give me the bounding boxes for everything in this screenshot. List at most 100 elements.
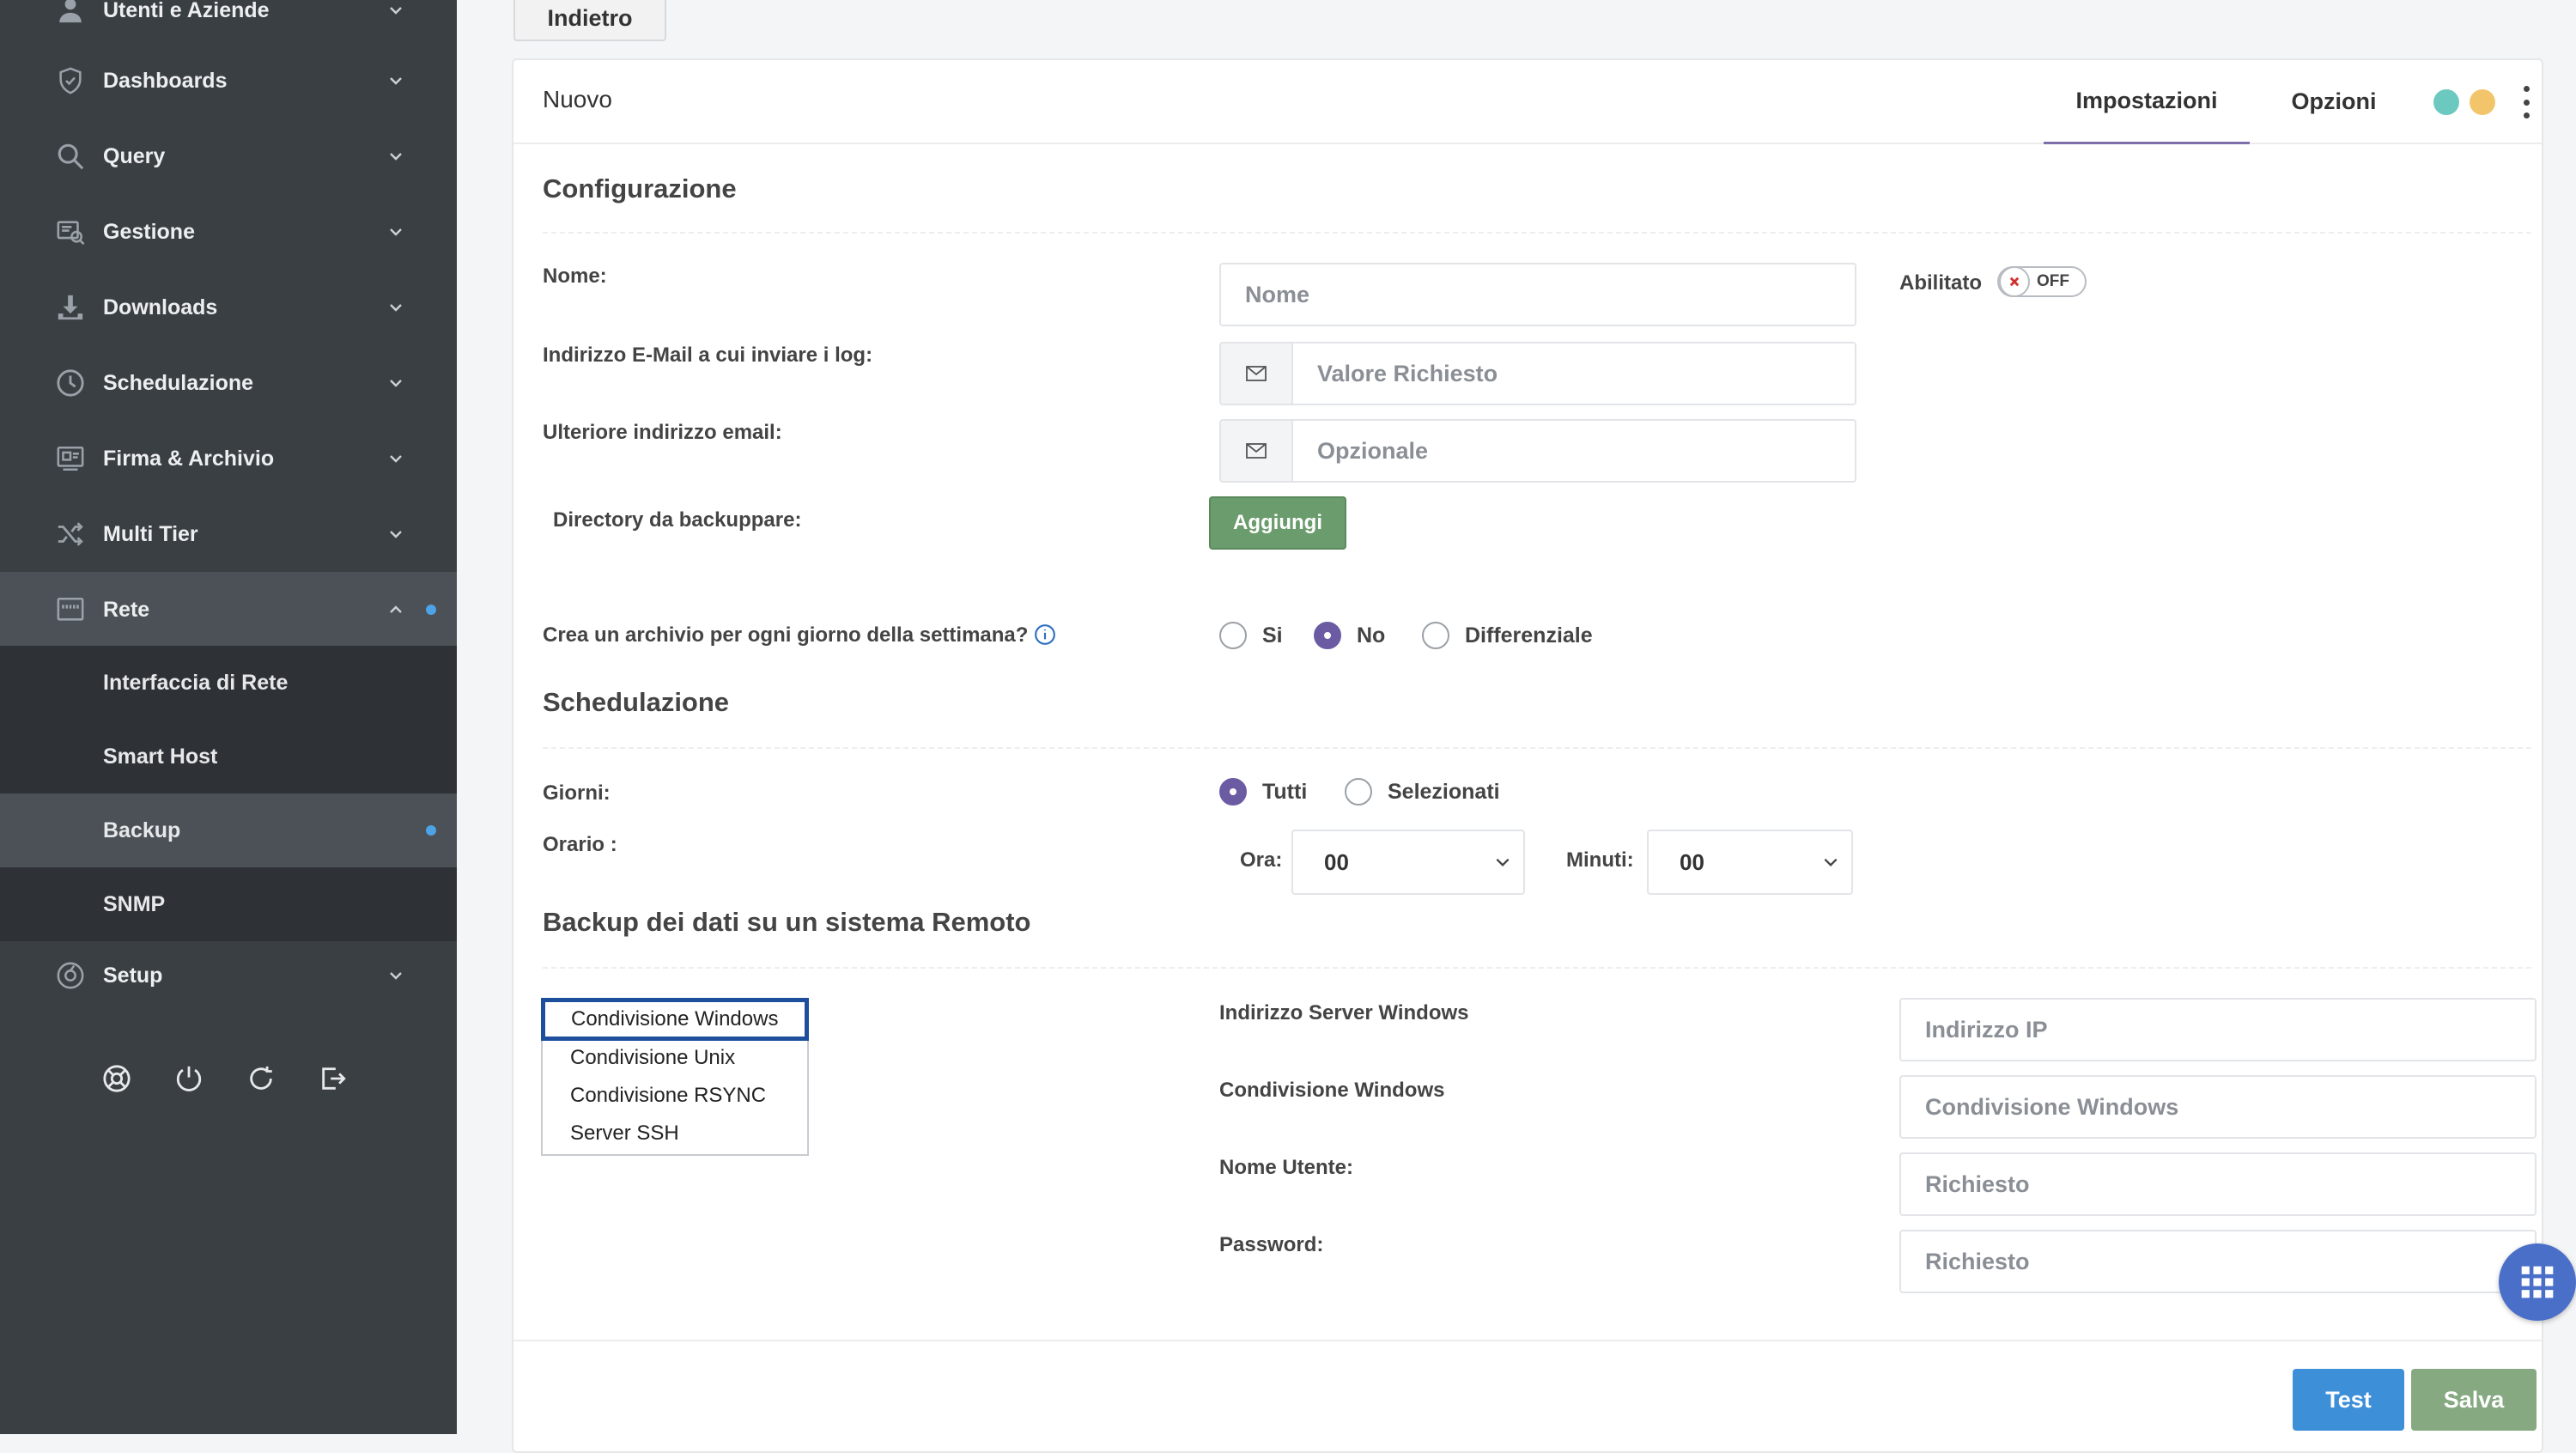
tab-opzioni[interactable]: Opzioni [2265, 60, 2403, 143]
minutes-select-value: 00 [1680, 848, 1704, 875]
back-button[interactable]: Indietro [513, 0, 666, 41]
chevron-down-icon [386, 966, 405, 985]
sidebar-item-backup[interactable]: Backup [0, 793, 457, 867]
listbox-option-rsync[interactable]: Condivisione RSYNC [543, 1077, 807, 1115]
hour-select[interactable]: 00 [1291, 830, 1525, 895]
sidebar-item-downloads[interactable]: Downloads [0, 270, 457, 345]
sidebar-item-label: SNMP [103, 891, 166, 916]
chevron-down-icon [386, 525, 405, 544]
sidebar-item-interfaccia-di-rete[interactable]: Interfaccia di Rete [0, 646, 457, 720]
search-icon [55, 141, 86, 172]
shuffle-icon [55, 519, 86, 550]
archive-question-label: Crea un archivio per ogni giorno della s… [543, 623, 1056, 647]
sidebar-item-query[interactable]: Query [0, 119, 457, 194]
radio-label: Tutti [1262, 779, 1308, 804]
days-option-selezionati[interactable]: Selezionati [1345, 778, 1500, 806]
active-indicator-dot [426, 605, 436, 615]
footer-divider [513, 1340, 2542, 1341]
listbox-option-windows[interactable]: Condivisione Windows [541, 998, 809, 1041]
hour-select-value: 00 [1324, 848, 1349, 875]
email-field[interactable] [1291, 342, 1856, 405]
main-card: Nuovo Impostazioni Opzioni Configurazion… [512, 58, 2543, 1453]
support-icon[interactable] [100, 1061, 134, 1096]
sidebar-item-label: Firma & Archivio [103, 446, 275, 471]
directory-label: Directory da backuppare: [553, 508, 802, 532]
sidebar-item-multi-tier[interactable]: Multi Tier [0, 496, 457, 572]
chevron-down-icon [1496, 858, 1510, 866]
chevron-down-icon [386, 449, 405, 468]
radio-circle [1219, 622, 1247, 649]
sidebar-item-label: Utenti e Aziende [103, 0, 270, 22]
save-button[interactable]: Salva [2411, 1369, 2537, 1431]
listbox-option-unix[interactable]: Condivisione Unix [543, 1039, 807, 1077]
active-indicator-dot [426, 825, 436, 836]
info-icon[interactable] [1034, 623, 1056, 646]
password-label: Password: [1219, 1233, 1324, 1256]
archive-option-si[interactable]: Si [1219, 622, 1283, 649]
minutes-select[interactable]: 00 [1647, 830, 1853, 895]
enabled-toggle[interactable]: OFF [1997, 266, 2087, 297]
more-options-icon[interactable] [2521, 86, 2531, 119]
archive-icon [55, 443, 86, 474]
time-label: Orario : [543, 833, 617, 856]
section-title-schedulazione: Schedulazione [543, 687, 730, 717]
chevron-down-icon [386, 374, 405, 392]
share-input[interactable] [1899, 1075, 2537, 1139]
setup-icon [55, 960, 86, 991]
rete-submenu: Interfaccia di Rete Smart Host Backup SN… [0, 646, 457, 941]
sidebar-item-rete[interactable]: Rete [0, 572, 457, 647]
name-label: Nome: [543, 264, 607, 288]
card-header: Nuovo Impostazioni Opzioni [513, 60, 2542, 144]
close-icon [1999, 266, 2030, 297]
sidebar-item-gestione[interactable]: Gestione [0, 194, 457, 270]
radio-circle [1422, 622, 1449, 649]
mail-icon [1219, 342, 1293, 405]
radio-circle-selected [1314, 622, 1341, 649]
sidebar-item-dashboards[interactable]: Dashboards [0, 43, 457, 119]
days-option-tutti[interactable]: Tutti [1219, 778, 1307, 806]
tab-impostazioni[interactable]: Impostazioni [2044, 60, 2250, 144]
apps-grid-button[interactable] [2499, 1243, 2576, 1321]
sidebar-item-label: Gestione [103, 219, 195, 244]
radio-label: Si [1262, 623, 1283, 647]
sidebar-item-setup[interactable]: Setup [0, 938, 457, 1013]
enabled-label: Abilitato [1899, 271, 1982, 295]
extra-email-field[interactable] [1291, 419, 1856, 483]
chevron-down-icon [386, 71, 405, 90]
power-icon[interactable] [172, 1061, 206, 1096]
add-directory-button[interactable]: Aggiungi [1209, 496, 1346, 550]
listbox-option-ssh[interactable]: Server SSH [543, 1115, 807, 1152]
sidebar-item-label: Rete [103, 597, 150, 622]
sidebar-item-label: Backup [103, 818, 181, 842]
status-dot-teal [2433, 89, 2459, 115]
sidebar-item-utenti-aziende[interactable]: Utenti e Aziende [0, 0, 457, 48]
grid-icon [2521, 1266, 2554, 1298]
days-label: Giorni: [543, 781, 611, 805]
sidebar-item-schedulazione[interactable]: Schedulazione [0, 345, 457, 421]
sidebar-item-label: Interfaccia di Rete [103, 670, 289, 695]
refresh-icon[interactable] [244, 1061, 278, 1096]
section-title-configurazione: Configurazione [543, 173, 737, 204]
logout-icon[interactable] [316, 1061, 350, 1096]
chevron-down-icon [386, 298, 405, 317]
sidebar-item-snmp[interactable]: SNMP [0, 867, 457, 941]
sidebar-item-label: Downloads [103, 295, 218, 319]
name-input[interactable] [1219, 263, 1856, 326]
status-dot-yellow [2470, 89, 2495, 115]
archive-option-differenziale[interactable]: Differenziale [1422, 622, 1593, 649]
server-address-input[interactable] [1899, 998, 2537, 1061]
remote-type-listbox[interactable]: Condivisione Windows Condivisione Unix C… [541, 998, 809, 1156]
extra-email-label: Ulteriore indirizzo email: [543, 421, 782, 444]
sidebar-item-label: Smart Host [103, 744, 218, 769]
sidebar: Utenti e Aziende Dashboards Query Gestio… [0, 0, 457, 1434]
sidebar-item-smart-host[interactable]: Smart Host [0, 720, 457, 793]
shield-icon [55, 65, 86, 96]
chevron-down-icon [386, 147, 405, 166]
sidebar-item-firma-archivio[interactable]: Firma & Archivio [0, 421, 457, 496]
archive-option-no[interactable]: No [1314, 622, 1385, 649]
password-input[interactable] [1899, 1230, 2537, 1293]
download-icon [55, 292, 86, 323]
test-button[interactable]: Test [2293, 1369, 2404, 1431]
network-icon [55, 594, 86, 625]
username-input[interactable] [1899, 1152, 2537, 1216]
